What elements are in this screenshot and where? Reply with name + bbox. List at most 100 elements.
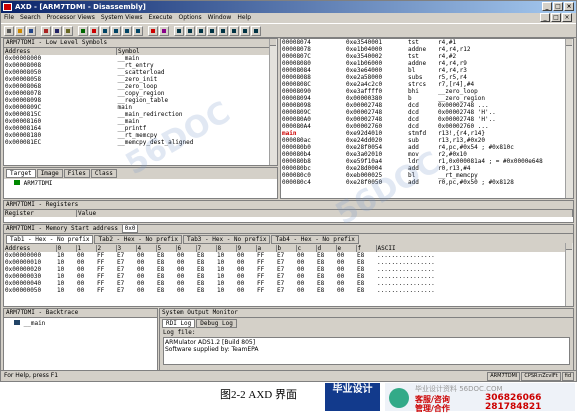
console-view-icon[interactable] — [251, 25, 261, 36]
memory-tab-1[interactable]: Tab1 - Hex - No prefix — [6, 235, 94, 244]
save-icon[interactable] — [26, 25, 36, 36]
memory-row[interactable]: 0x00000040 10 00 FF E7 00 E8 00 E8 10 00 FF E7 00 E8 00… — [4, 280, 573, 287]
memory-row[interactable]: 0x00000050 10 00 FF E7 00 E8 00 E8 10 00 FF E7 00 E8 00… — [4, 287, 573, 294]
column-header[interactable]: c — [296, 245, 317, 252]
disassembly-row[interactable]: 000080b8 0xe59f10a4 ldr r1,0x000081a4 ; = #… — [281, 158, 573, 165]
memory-tab-3[interactable]: Tab3 - Hex - No prefix — [182, 235, 271, 244]
table-row[interactable]: 0x00008160 __main — [4, 118, 277, 125]
column-header[interactable]: 1 — [76, 245, 97, 252]
tab-rdi-log[interactable]: RDI Log — [162, 319, 196, 328]
breakpoint-icon[interactable] — [148, 25, 158, 36]
disassembly-row[interactable]: 00008088 0xe2a58000 subs r5,r5,r4 — [281, 74, 573, 81]
open-icon[interactable] — [15, 25, 25, 36]
paste-icon[interactable] — [63, 25, 73, 36]
mdi-close-button[interactable]: × — [562, 13, 572, 22]
column-header[interactable]: 7 — [196, 245, 217, 252]
disassembly-row[interactable]: 00008090 0xe3affff0 bhi __zero_loop — [281, 88, 573, 95]
menu-window[interactable]: Window — [208, 13, 232, 23]
column-header[interactable]: b — [276, 245, 297, 252]
column-header[interactable]: a — [256, 245, 277, 252]
copy-icon[interactable] — [52, 25, 62, 36]
menu-options[interactable]: Options — [179, 13, 202, 23]
column-header[interactable]: Register — [4, 210, 77, 217]
table-row[interactable]: 0x0000815C __main_redirection — [4, 111, 277, 118]
start-address-input[interactable]: 0x0 — [121, 225, 139, 233]
table-row[interactable]: 0x00008000 __main — [4, 55, 277, 62]
column-header[interactable]: ASCII — [376, 245, 573, 252]
table-row[interactable]: 0x0000809C main — [4, 104, 277, 111]
tab-class[interactable]: Class — [90, 169, 117, 178]
column-header[interactable]: 6 — [176, 245, 197, 252]
menu-execute[interactable]: Execute — [149, 13, 173, 23]
memory-scrollbar[interactable] — [565, 243, 573, 306]
column-header[interactable]: 3 — [116, 245, 137, 252]
column-header[interactable]: 4 — [136, 245, 157, 252]
memory-tab-4[interactable]: Tab4 - Hex - No prefix — [271, 235, 359, 244]
disassembly-row[interactable]: 0000807C 0xe3540002 tst r4,#2 — [281, 53, 573, 60]
menu-help[interactable]: Help — [237, 13, 251, 23]
maximize-button[interactable]: □ — [553, 2, 563, 11]
disassembly-row[interactable]: 00008074 0xe3540001 tst r4,#1 — [281, 39, 573, 46]
disassembly-row[interactable]: 000080c4 0xe28f0050 add r0,pc,#0x50 ; #0x81… — [281, 179, 573, 186]
watchpoint-icon[interactable] — [159, 25, 169, 36]
memory-view-icon[interactable] — [218, 25, 228, 36]
disassembly-row[interactable]: 00008084 0xe3e64000 bl r4,r4,r3 — [281, 67, 573, 74]
disassembly-row[interactable]: main 0xe92d4010 stmfd r13!,{r4,r14} — [281, 130, 573, 137]
memory-tab-2[interactable]: Tab2 - Hex - No prefix — [94, 235, 182, 244]
disassembly-row[interactable]: 000080bc 0xe28d0004 add r0,r13,#4 — [281, 165, 573, 172]
column-header[interactable]: 0 — [56, 245, 77, 252]
table-row[interactable]: 0x00008180 __rt_memcpy — [4, 132, 277, 139]
menu-processor-views[interactable]: Processor Views — [47, 13, 95, 23]
menu-search[interactable]: Search — [20, 13, 41, 23]
column-header[interactable]: d — [316, 245, 337, 252]
step-over-icon[interactable] — [111, 25, 121, 36]
column-header[interactable]: Value — [76, 210, 573, 217]
output-view-icon[interactable] — [240, 25, 250, 36]
menu-system-views[interactable]: System Views — [101, 13, 143, 23]
tab-files[interactable]: Files — [63, 169, 90, 178]
table-row[interactable]: 0x00008078 __copy_region — [4, 90, 277, 97]
column-header[interactable]: 2 — [96, 245, 117, 252]
go-icon[interactable] — [78, 25, 88, 36]
step-out-icon[interactable] — [122, 25, 132, 36]
column-header[interactable]: Address — [4, 48, 117, 55]
backtrace-view-icon[interactable] — [207, 25, 217, 36]
variables-view-icon[interactable] — [196, 25, 206, 36]
disassembly-row[interactable]: 00008078 0xe1b04000 addne r4,r4,r12 — [281, 46, 573, 53]
registers-view-icon[interactable] — [174, 25, 184, 36]
new-icon[interactable] — [4, 25, 14, 36]
table-row[interactable]: 0x00008098 __region_table — [4, 97, 277, 104]
table-row[interactable]: 0x00008058 __zero_init — [4, 76, 277, 83]
column-header[interactable]: e — [336, 245, 357, 252]
disassembly-row[interactable]: 000080A0 0x00002748 dcd 0x00002748 'H'.. — [281, 116, 573, 123]
target-tree-item[interactable]: ARM7TDMI — [4, 179, 277, 188]
disassembly-row[interactable]: 0000809C 0x00002748 dcd 0x00002748 'H'.. — [281, 109, 573, 116]
column-header[interactable]: Symbol — [116, 48, 277, 55]
watch-view-icon[interactable] — [185, 25, 195, 36]
column-header[interactable]: f — [356, 245, 377, 252]
memory-row[interactable]: 0x00000000 10 00 FF E7 00 E8 00 E8 10 00 FF E7 00 E8 00… — [4, 252, 573, 259]
disassembly-row[interactable]: 000080b0 0xe28f0054 add r4,pc,#0x54 ; #0x81… — [281, 144, 573, 151]
column-header[interactable]: 9 — [236, 245, 257, 252]
table-row[interactable]: 0x00008068 __zero_loop — [4, 83, 277, 90]
disassembly-view-icon[interactable] — [229, 25, 239, 36]
disassembly-row[interactable]: 000080b4 0xe3a02010 mov r2,#0x10 — [281, 151, 573, 158]
memory-row[interactable]: 0x00000010 10 00 FF E7 00 E8 00 E8 10 00 FF E7 00 E8 00… — [4, 259, 573, 266]
disassembly-row[interactable]: 0000808C 0xe2a4c2c0 strcs r7,[r4],#4 — [281, 81, 573, 88]
mdi-restore-button[interactable]: □ — [551, 13, 561, 22]
disassembly-scrollbar[interactable] — [565, 39, 573, 198]
menu-file[interactable]: File — [4, 13, 14, 23]
step-in-icon[interactable] — [100, 25, 110, 36]
close-button[interactable]: × — [564, 2, 574, 11]
run-to-cursor-icon[interactable] — [133, 25, 143, 36]
tab-debug-log[interactable]: Debug Log — [196, 319, 237, 328]
disassembly-row[interactable]: 00008080 0xe1b06000 addne r4,r4,r9 — [281, 60, 573, 67]
tab-image[interactable]: Image — [36, 169, 63, 178]
table-row[interactable]: 0x000081EC __memcpy_dest_aligned — [4, 139, 277, 146]
tab-target[interactable]: Target — [6, 169, 36, 178]
symbols-scrollbar[interactable] — [269, 39, 277, 165]
mdi-minimize-button[interactable]: _ — [540, 13, 550, 22]
disassembly-row[interactable]: 00008098 0x00002748 dcd 0x00002748 ... — [281, 102, 573, 109]
cut-icon[interactable] — [41, 25, 51, 36]
table-row[interactable]: 0x00008008 __rt_entry — [4, 62, 277, 69]
